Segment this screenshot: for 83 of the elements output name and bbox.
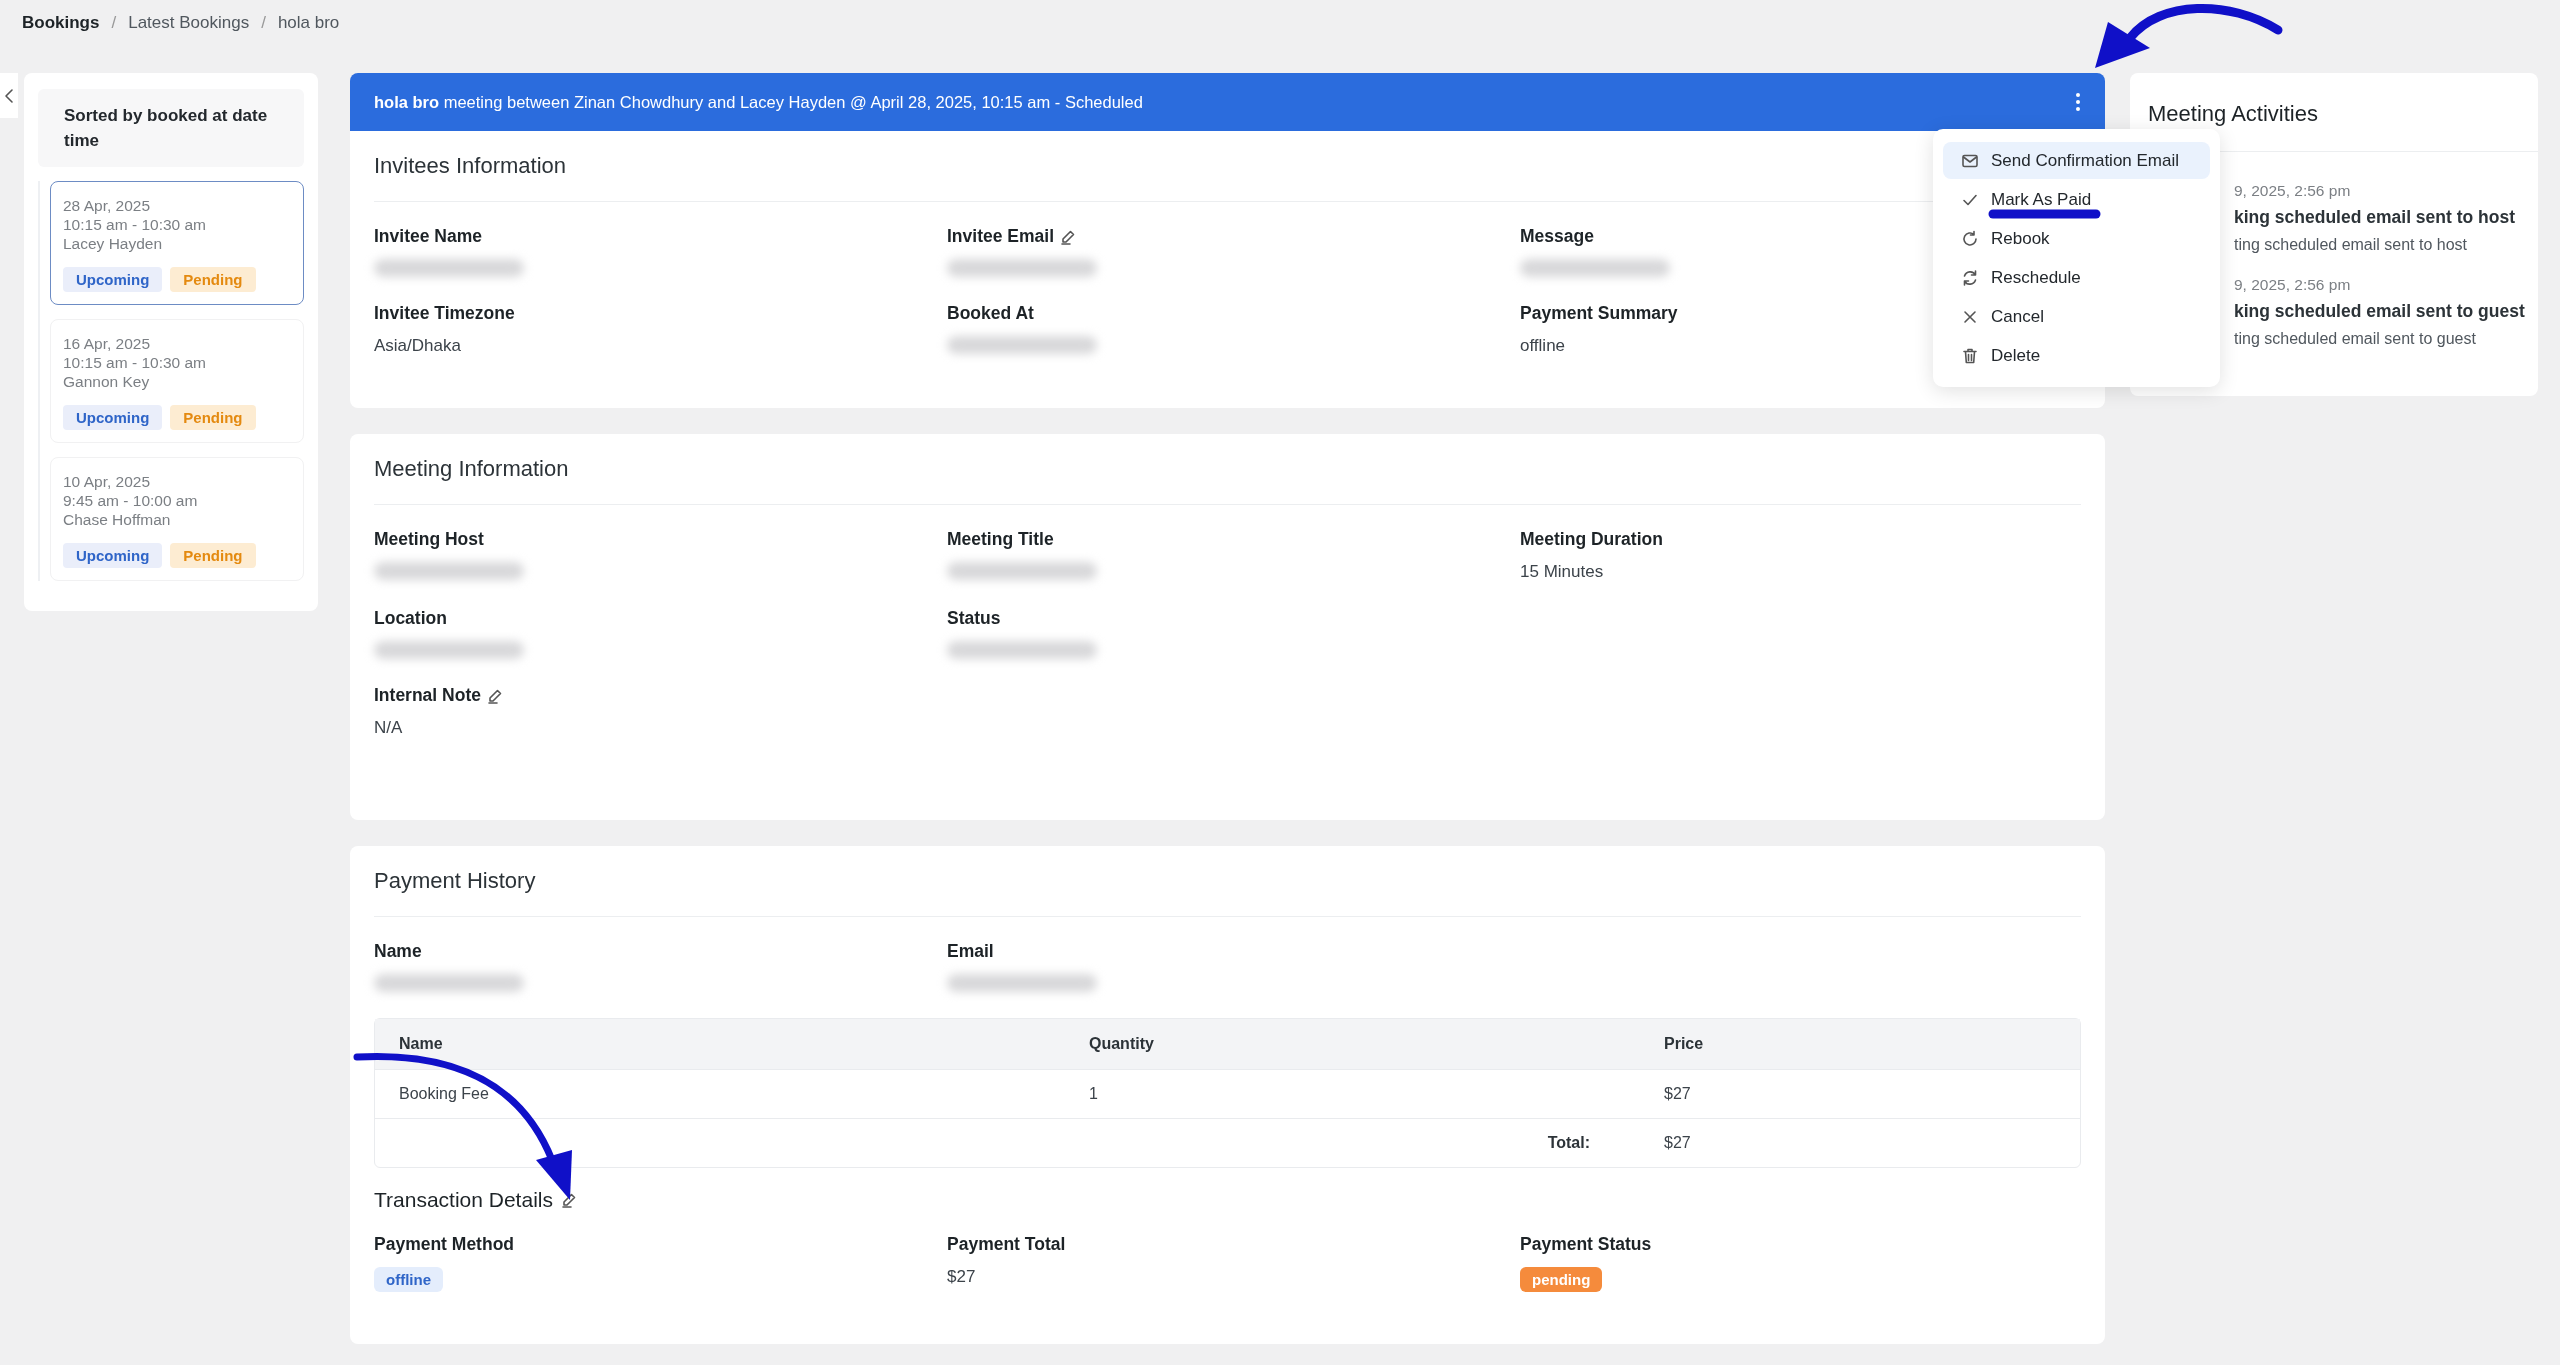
table-cell-text: Booking Fee (398, 1085, 490, 1103)
field-label: Meeting Duration (1520, 529, 1663, 550)
table-cell-text: $27 (1663, 1085, 1692, 1103)
status-tag: pending (1520, 1267, 1603, 1292)
status-tag: Upcoming (63, 267, 163, 292)
breadcrumb-link[interactable]: Latest Bookings (128, 13, 250, 33)
activity-title: king scheduled email sent to host (2234, 207, 2517, 228)
field-label: Status (947, 608, 1001, 629)
booking-time: 9:45 am - 10:00 am (63, 491, 199, 510)
booking-title: hola bro meeting between Zinan Chowdhury and Lacey Hayden @ April 28, 2025, 10:15 am - Scheduled (374, 92, 1143, 112)
status-tag: Pending (170, 543, 256, 568)
chevron-left-icon (4, 87, 14, 104)
field-label: Meeting Host (374, 529, 484, 550)
booking-date: 28 Apr, 2025 (63, 196, 152, 215)
breadcrumb-separator: / (261, 13, 266, 33)
status-tag: offline (374, 1267, 443, 1292)
activity-time: 9, 2025, 2:56 pm (2234, 182, 2352, 200)
breadcrumb-separator: / (111, 13, 117, 33)
status-tag: Upcoming (63, 405, 163, 430)
booking-card[interactable]: 16 Apr, 2025 10:15 am - 10:30 am Gannon Key Upcoming Pending (50, 319, 304, 443)
booking-time: 10:15 am - 10:30 am (63, 353, 208, 372)
pencil-icon[interactable] (560, 1192, 577, 1208)
field-label: Booked At (947, 303, 1034, 324)
activity-detail: ting scheduled email sent to host (2234, 236, 2469, 254)
pencil-icon[interactable] (1060, 228, 1076, 245)
field-value: offline (1520, 336, 1566, 356)
menu-item[interactable]: Cancel (1943, 298, 2210, 335)
activity-title: king scheduled email sent to guest (2234, 301, 2526, 322)
sort-heading: Sorted by booked at date time (38, 89, 304, 167)
section-title: Invitees Information (374, 153, 566, 179)
field-label: Invitee Email (947, 226, 1054, 247)
menu-item[interactable]: Reschedule (1943, 259, 2210, 296)
total-label: Total: (1546, 1134, 1591, 1152)
booking-date: 10 Apr, 2025 (63, 472, 152, 491)
field-value: 15 Minutes (1520, 562, 1604, 582)
column-header: Quantity (1088, 1035, 1155, 1053)
field-value: $27 (947, 1267, 976, 1287)
field-label: Payment Status (1520, 1234, 1652, 1255)
refresh-icon (1961, 229, 1979, 248)
field-label: Message (1520, 226, 1594, 247)
status-tag: Pending (170, 267, 256, 292)
field-label: Payment Total (947, 1234, 1066, 1255)
field-value: Asia/Dhaka (374, 336, 461, 356)
booking-time: 10:15 am - 10:30 am (63, 215, 208, 234)
trash-icon (1961, 346, 1979, 365)
sync-icon (1961, 268, 1979, 287)
menu-item[interactable]: Delete (1943, 337, 2210, 374)
pencil-icon[interactable] (486, 687, 503, 704)
field-label: Name (374, 941, 422, 962)
booking-name: Gannon Key (63, 372, 151, 391)
booking-name: Chase Hoffman (63, 510, 172, 529)
menu-item[interactable]: Mark As Paid (1943, 181, 2210, 218)
field-label: Meeting Title (947, 529, 1054, 550)
column-header: Price (1663, 1035, 1705, 1053)
panel-title: Meeting Activities (2147, 101, 2319, 127)
booking-card[interactable]: 10 Apr, 2025 9:45 am - 10:00 am Chase Hoffman Upcoming Pending (50, 457, 304, 581)
field-label: Invitee Name (374, 226, 482, 247)
field-label: Location (374, 608, 447, 629)
field-label: Email (947, 941, 994, 962)
more-vertical-icon[interactable] (2075, 92, 2081, 112)
booking-card[interactable]: 28 Apr, 2025 10:15 am - 10:30 am Lacey Hayden Upcoming Pending (50, 181, 304, 305)
field-label: Internal Note (374, 685, 481, 706)
menu-item[interactable]: Rebook (1943, 220, 2210, 257)
status-tag: Upcoming (63, 543, 163, 568)
status-tag: Pending (170, 405, 256, 430)
field-label: Invitee Timezone (374, 303, 515, 324)
booking-date: 16 Apr, 2025 (63, 334, 152, 353)
total-value: $27 (1663, 1134, 1692, 1152)
field-value: N/A (374, 718, 403, 738)
field-label: Payment Summary (1520, 303, 1678, 324)
activity-time: 9, 2025, 2:56 pm (2234, 276, 2352, 294)
booking-name: Lacey Hayden (63, 234, 164, 253)
activity-detail: ting scheduled email sent to guest (2234, 330, 2477, 348)
section-title: Payment History (374, 868, 536, 894)
table-cell-text: 1 (1088, 1085, 1099, 1103)
field-label: Payment Method (374, 1234, 515, 1255)
section-subtitle: Transaction Details (374, 1188, 553, 1212)
collapse-tab[interactable] (0, 73, 18, 118)
breadcrumb-link[interactable]: hola bro (277, 13, 340, 33)
menu-item[interactable]: Send Confirmation Email (1943, 142, 2210, 179)
column-header: Name (398, 1035, 444, 1053)
section-title: Meeting Information (374, 456, 569, 482)
breadcrumb-link[interactable]: Bookings (22, 13, 100, 33)
